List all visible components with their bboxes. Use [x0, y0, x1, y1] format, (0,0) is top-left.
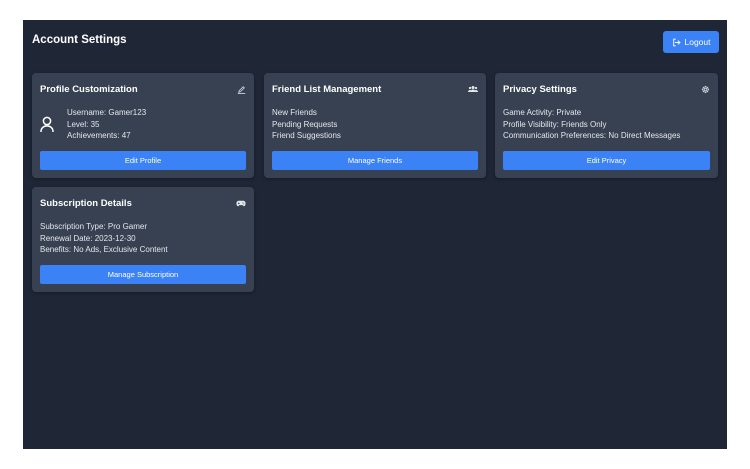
edit-profile-button[interactable]: Edit Profile — [40, 151, 246, 170]
subscription-list: Subscription Type: Pro Gamer Renewal Dat… — [40, 221, 168, 256]
level-text: Level: 35 — [67, 119, 100, 129]
subscription-type-text: Subscription Type: Pro Gamer — [40, 222, 148, 231]
benefits-text: Benefits: No Ads, Exclusive Content — [40, 245, 168, 254]
profile-visibility-text: Profile Visibility: Friends Only — [503, 119, 607, 129]
profile-customization-card: Profile Customization Username: Gamer123… — [32, 73, 254, 178]
profile-body: Username: Gamer123 Level: 35 Achievement… — [40, 107, 246, 143]
achievements-text: Achievements: 47 — [67, 131, 131, 140]
manage-friends-button[interactable]: Manage Friends — [272, 151, 478, 170]
gamepad-icon — [236, 198, 246, 208]
communication-preferences-text: Communication Preferences: No Direct Mes… — [503, 131, 681, 140]
friends-list: New Friends Pending Requests Friend Sugg… — [272, 107, 341, 142]
avatar — [40, 116, 54, 133]
subscription-card-title: Subscription Details — [40, 198, 132, 209]
username-text: Username: Gamer123 — [67, 108, 147, 117]
account-settings-app: Account Settings Logout Profile Customiz… — [23, 20, 727, 449]
privacy-list: Game Activity: Private Profile Visibilit… — [503, 107, 680, 142]
header: Account Settings Logout — [32, 31, 719, 53]
profile-details: Username: Gamer123 Level: 35 Achievement… — [67, 107, 146, 142]
list-item-pending-requests: Pending Requests — [272, 119, 338, 129]
privacy-settings-card: Privacy Settings Game Activity: Private … — [495, 73, 718, 178]
game-activity-text: Game Activity: Private — [503, 108, 582, 117]
gear-icon — [700, 84, 710, 94]
manage-subscription-button[interactable]: Manage Subscription — [40, 265, 246, 284]
logout-button[interactable]: Logout — [663, 31, 719, 53]
users-icon — [468, 84, 478, 94]
privacy-card-title: Privacy Settings — [503, 84, 577, 95]
pencil-icon — [236, 84, 246, 94]
logout-icon — [672, 38, 681, 47]
list-item-new-friends: New Friends — [272, 108, 317, 117]
logout-label: Logout — [684, 37, 711, 47]
edit-privacy-button[interactable]: Edit Privacy — [503, 151, 710, 170]
renewal-date-text: Renewal Date: 2023-12-30 — [40, 233, 136, 243]
friends-card-title: Friend List Management — [272, 84, 382, 95]
list-item-friend-suggestions: Friend Suggestions — [272, 131, 341, 140]
friend-list-management-card: Friend List Management New Friends Pendi… — [264, 73, 486, 178]
page-title: Account Settings — [32, 34, 127, 46]
subscription-details-card: Subscription Details Subscription Type: … — [32, 187, 254, 292]
profile-card-title: Profile Customization — [40, 84, 138, 95]
